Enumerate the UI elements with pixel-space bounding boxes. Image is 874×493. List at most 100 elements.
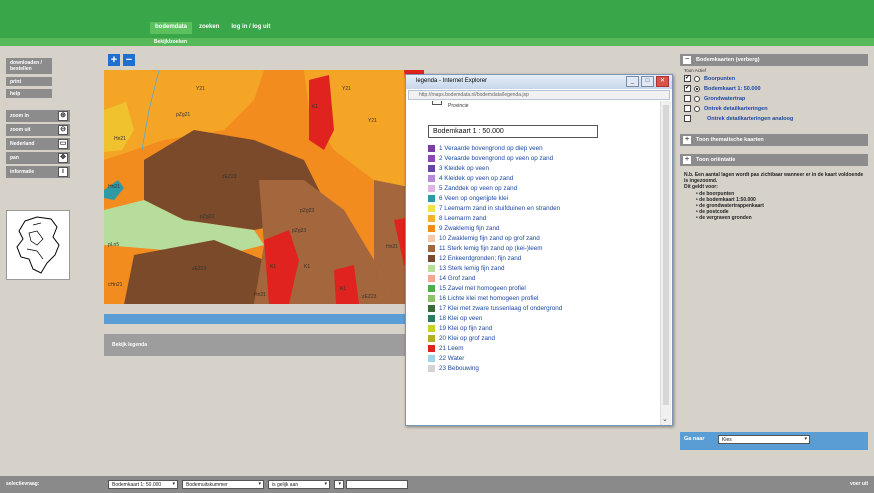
note-item: de vergraven gronden xyxy=(696,215,866,221)
zoom-out-label: zoom uit xyxy=(10,127,31,133)
soil-map[interactable]: Y21 Y21 Y21 K1 pZg21 Hn21 Hn21 zEZ23 pZg… xyxy=(104,70,424,304)
legend-swatch xyxy=(428,174,435,182)
legend-label: 8 Leemarm zand xyxy=(439,214,487,222)
map-select[interactable]: Bodemkaart 1 : 50.000 xyxy=(428,125,598,138)
query-value-input[interactable] xyxy=(346,480,408,489)
layer-radio[interactable] xyxy=(694,75,700,82)
legend-swatch xyxy=(428,354,435,362)
bodemkaarten-header[interactable]: − Bodemkaarten (verberg) xyxy=(680,54,868,66)
legend-item: 18 Klei op veen xyxy=(428,313,658,323)
legend-label: 21 Leem xyxy=(439,344,464,352)
zoom-in-button[interactable]: zoom in ⊕ xyxy=(6,110,70,122)
bodemkaarten-header-label: Bodemkaarten (verberg) xyxy=(696,57,760,63)
layer-ontrek[interactable]: Ontrek detailkarteringen xyxy=(684,104,768,113)
legend-label: 4 Kleidek op veen op zand xyxy=(439,174,514,182)
legend-item: 19 Klei op fijn zand xyxy=(428,323,658,333)
legend-swatch xyxy=(428,214,435,222)
overview-map[interactable] xyxy=(6,210,70,280)
ga-naar-select[interactable]: Kies ▾ xyxy=(718,435,810,444)
layer-label: Bodemkaart 1: 50.000 xyxy=(704,85,761,92)
nav-zoeken[interactable]: zoeken xyxy=(194,22,224,34)
footer-bar: selectievraag: Bodemkaart 1: 50.000 ▾ Bod… xyxy=(0,476,874,493)
layer-checkbox[interactable] xyxy=(684,115,691,122)
ga-naar-value: Kies xyxy=(722,437,732,443)
maximize-button[interactable]: □ xyxy=(641,76,654,87)
close-button[interactable]: ✕ xyxy=(656,76,669,87)
info-button[interactable]: informatie i xyxy=(6,166,70,178)
map-label: pZg23 xyxy=(300,208,314,214)
map-label: zEZ23 xyxy=(362,294,377,300)
layer-radio[interactable] xyxy=(694,105,700,112)
legend-swatch xyxy=(428,334,435,342)
orientatie-header[interactable]: + Toon oriëntatie xyxy=(680,154,868,166)
minimize-button[interactable]: _ xyxy=(626,76,639,87)
legend-swatch xyxy=(428,144,435,152)
legend-label: 1 Veraarde bovengrond op diep veen xyxy=(439,144,543,152)
layer-radio[interactable] xyxy=(694,85,700,92)
help-button[interactable]: help xyxy=(6,89,52,98)
popup-scrollbar[interactable]: ⌄ xyxy=(660,101,671,425)
map-zoom-in-button[interactable]: + xyxy=(108,54,120,66)
selectievraag-label: selectievraag: xyxy=(6,481,40,487)
layer-checkbox[interactable]: ✓ xyxy=(684,75,691,82)
query-layer-value: Bodemkaart 1: 50.000 xyxy=(112,482,162,488)
collapse-icon[interactable]: − xyxy=(683,56,691,64)
zoom-out-icon: ⊖ xyxy=(58,125,68,135)
popup-url: http://maps.bodemdata.nl/bodemdata/legen… xyxy=(419,92,529,98)
sub-nav-item[interactable]: Bekijk/zoeken xyxy=(154,39,187,45)
popup-title-bar[interactable]: legenda - Internet Explorer _ □ ✕ xyxy=(406,75,672,89)
legend-swatch xyxy=(428,274,435,282)
nav-bodemdata[interactable]: bodemdata xyxy=(150,22,193,34)
legend-toggle-bar[interactable]: Bekijk legenda xyxy=(104,334,420,356)
layer-grondwatertrap[interactable]: Grondwatertrap xyxy=(684,94,745,103)
legend-popup-window[interactable]: legenda - Internet Explorer _ □ ✕ http:/… xyxy=(405,74,673,426)
expand-icon[interactable]: + xyxy=(683,136,691,144)
run-query-button[interactable]: voer uit xyxy=(850,481,868,487)
legend-toggle-label: Bekijk legenda xyxy=(112,342,148,348)
chevron-down-icon: ▾ xyxy=(258,481,261,487)
map-label: Y21 xyxy=(196,86,205,92)
nav-login[interactable]: log in / log uit xyxy=(226,22,275,34)
pan-button[interactable]: pan ✥ xyxy=(6,152,70,164)
top-nav: bodemdata zoeken log in / log uit xyxy=(150,22,275,34)
query-field-select[interactable]: Bodemuitskummer ▾ xyxy=(182,480,264,489)
legend-label: 2 Veraarde bovengrond op veen op zand xyxy=(439,154,554,162)
query-value-select[interactable]: ▾ xyxy=(334,480,344,489)
layer-checkbox[interactable] xyxy=(684,105,691,112)
provincie-checkbox[interactable] xyxy=(432,101,442,105)
print-button[interactable]: print xyxy=(6,77,52,86)
zoom-out-button[interactable]: zoom uit ⊖ xyxy=(6,124,70,136)
layer-checkbox[interactable]: ✓ xyxy=(684,85,691,92)
legend-swatch xyxy=(428,204,435,212)
layer-radio[interactable] xyxy=(694,95,700,102)
legend-item: 9 Zwaklemig fijn zand xyxy=(428,223,658,233)
legend-item: 23 Bebouwing xyxy=(428,363,658,373)
layer-bodemkaart[interactable]: ✓ Bodemkaart 1: 50.000 xyxy=(684,84,761,93)
chevron-down-icon[interactable]: ⌄ xyxy=(662,415,668,423)
map-zoom-out-button[interactable]: − xyxy=(123,54,135,66)
orientatie-header-label: Toon oriëntatie xyxy=(696,157,736,163)
layer-boorpunten[interactable]: ✓ Boorpunten xyxy=(684,74,735,83)
query-operator-select[interactable]: is gelijk aan ▾ xyxy=(268,480,330,489)
legend-label: 12 Enkeerdgronden; fijn zand xyxy=(439,254,522,262)
expand-icon[interactable]: + xyxy=(683,156,691,164)
legend-swatch xyxy=(428,344,435,352)
legend-swatch xyxy=(428,184,435,192)
thematische-header[interactable]: + Toon thematische kaarten xyxy=(680,134,868,146)
address-bar[interactable]: http://maps.bodemdata.nl/bodemdata/legen… xyxy=(408,90,670,100)
info-icon: i xyxy=(58,167,68,177)
legend-swatch xyxy=(428,194,435,202)
download-button[interactable]: downloaden / bestellen xyxy=(6,58,52,74)
legend-item: 11 Sterk lemig fijn zand op (kei-)leem xyxy=(428,243,658,253)
top-bar: bodemdata zoeken log in / log uit xyxy=(0,0,874,38)
legend-item: 6 Veen op ongerijpte klei xyxy=(428,193,658,203)
scrollbar-thumb[interactable] xyxy=(663,105,669,405)
query-field-value: Bodemuitskummer xyxy=(186,482,228,488)
layer-checkbox[interactable] xyxy=(684,95,691,102)
layer-ontrek-analoog[interactable]: Ontrek detailkarteringen analoog xyxy=(684,114,793,123)
nederland-button[interactable]: Nederland ▭ xyxy=(6,138,70,150)
legend-swatch xyxy=(428,234,435,242)
query-layer-select[interactable]: Bodemkaart 1: 50.000 ▾ xyxy=(108,480,178,489)
netherlands-outline-icon xyxy=(16,216,60,274)
legend-label: 16 Lichte klei met homogeen profiel xyxy=(439,294,539,302)
